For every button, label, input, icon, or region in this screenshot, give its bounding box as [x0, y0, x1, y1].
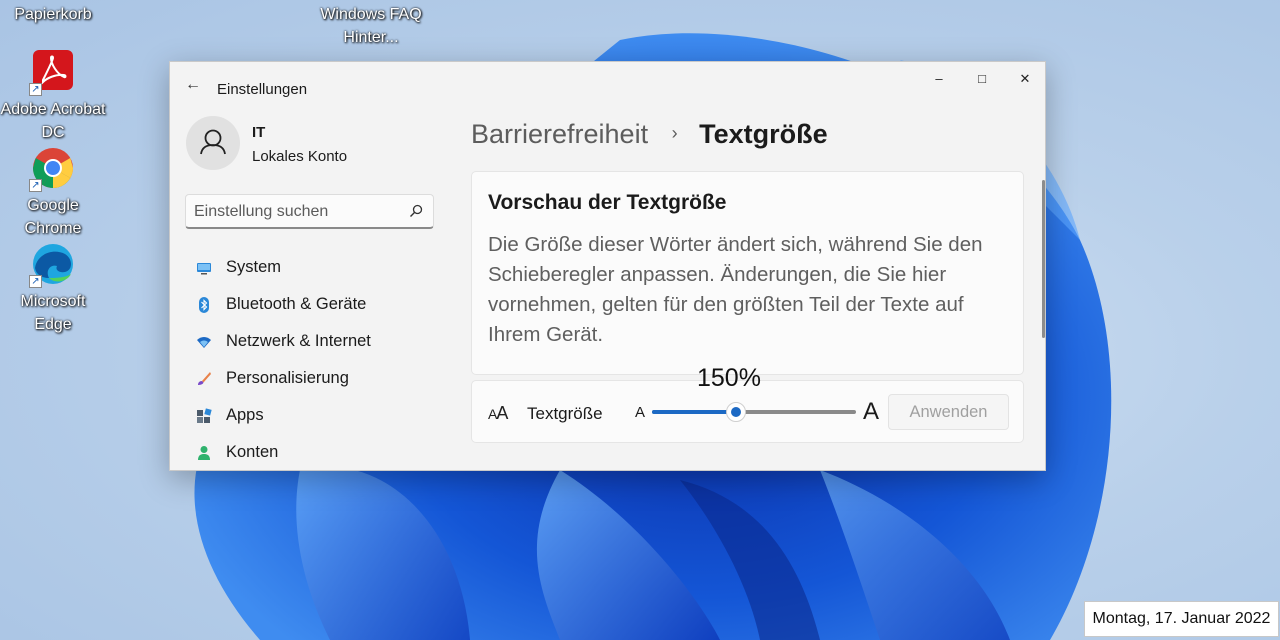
search-icon[interactable] [409, 204, 423, 218]
scrollbar[interactable] [1042, 180, 1045, 338]
back-button[interactable]: ← [182, 74, 204, 96]
sidebar-item-label: System [226, 258, 282, 276]
desktop-icon-recycle-bin[interactable]: Papierkorb [0, 3, 106, 26]
slider-thumb[interactable] [725, 402, 746, 422]
sidebar-item-bluetooth[interactable]: Bluetooth & Geräte [184, 286, 436, 323]
date-caption: Montag, 17. Januar 2022 [1084, 601, 1279, 637]
sidebar-item-apps[interactable]: Apps [184, 397, 436, 434]
text-size-icon-big: A [496, 403, 508, 423]
slider-value-tooltip: 150% [697, 364, 761, 392]
sidebar-item-label: Bluetooth & Geräte [226, 295, 367, 313]
avatar[interactable] [186, 116, 240, 170]
text-size-label: Textgröße [527, 404, 603, 423]
apply-button[interactable]: Anwenden [888, 394, 1009, 430]
chevron-right-icon: › [671, 123, 678, 143]
sidebar-item-label: Konten [226, 443, 279, 461]
settings-window: ← Einstellungen – □ ✕ IT Lokales Konto S… [169, 61, 1046, 471]
monitor-icon [197, 263, 211, 275]
title-bar: ← Einstellungen – □ ✕ [170, 62, 1045, 98]
slider-min-label: A [635, 404, 646, 421]
slider-max-label: A [863, 398, 880, 425]
desktop-icon-label: Microsoft Edge [20, 293, 86, 333]
sidebar-item-system[interactable]: System [184, 249, 436, 286]
preview-text: Die Größe dieser Wörter ändert sich, wäh… [488, 233, 983, 346]
account-name: IT [252, 124, 266, 141]
breadcrumb: Barrierefreiheit › Textgröße [471, 119, 828, 150]
slider-fill [652, 410, 736, 414]
settings-search[interactable] [185, 194, 434, 229]
apps-icon [197, 408, 212, 423]
app-title: Einstellungen [217, 81, 308, 98]
acrobat-icon: ↗ [29, 50, 75, 96]
chrome-icon: ↗ [29, 146, 75, 192]
shortcut-arrow-icon: ↗ [29, 275, 42, 288]
sidebar-item-label: Netzwerk & Internet [226, 332, 371, 350]
person-icon [198, 446, 210, 460]
desktop-icon-label: Papierkorb [14, 6, 92, 23]
maximize-button[interactable]: □ [960, 66, 1004, 92]
sidebar-item-personalization[interactable]: Personalisierung [184, 360, 436, 397]
desktop-icon-microsoft-edge[interactable]: ↗ Microsoft Edge [0, 242, 106, 336]
desktop-icon-label: Windows FAQ Hinter... [320, 6, 422, 46]
wifi-icon [197, 337, 211, 348]
sidebar-item-accounts[interactable]: Konten [184, 434, 436, 470]
desktop-icon-windows-faq[interactable]: Windows FAQ Hinter... [318, 3, 424, 49]
desktop-icon-adobe-acrobat[interactable]: ↗ Adobe Acrobat DC [0, 50, 106, 144]
desktop-icon-label: Adobe Acrobat DC [0, 101, 106, 141]
edge-icon: ↗ [29, 242, 75, 288]
brush-icon [198, 372, 211, 385]
breadcrumb-parent[interactable]: Barrierefreiheit [471, 119, 648, 149]
search-input[interactable] [194, 201, 404, 223]
desktop-icon-label: Google Chrome [24, 197, 82, 237]
shortcut-arrow-icon: ↗ [29, 179, 42, 192]
person-icon [200, 129, 226, 155]
page-title: Textgröße [699, 119, 828, 149]
shortcut-arrow-icon: ↗ [29, 83, 42, 96]
close-button[interactable]: ✕ [1003, 66, 1045, 92]
minimize-button[interactable]: – [917, 66, 961, 92]
sidebar-item-label: Personalisierung [226, 369, 349, 387]
sidebar-item-label: Apps [226, 406, 264, 424]
bluetooth-icon [199, 297, 209, 313]
preview-title: Vorschau der Textgröße [488, 191, 727, 214]
account-type: Lokales Konto [252, 148, 348, 165]
text-size-slider[interactable] [652, 402, 856, 422]
text-size-icon: AA [488, 403, 508, 424]
sidebar-item-network[interactable]: Netzwerk & Internet [184, 323, 436, 360]
desktop-icon-google-chrome[interactable]: ↗ Google Chrome [0, 146, 106, 240]
sidebar-nav: System Bluetooth & Geräte Netzwerk & Int… [184, 249, 436, 470]
text-preview-card: Vorschau der Textgröße Die Größe dieser … [471, 171, 1024, 375]
